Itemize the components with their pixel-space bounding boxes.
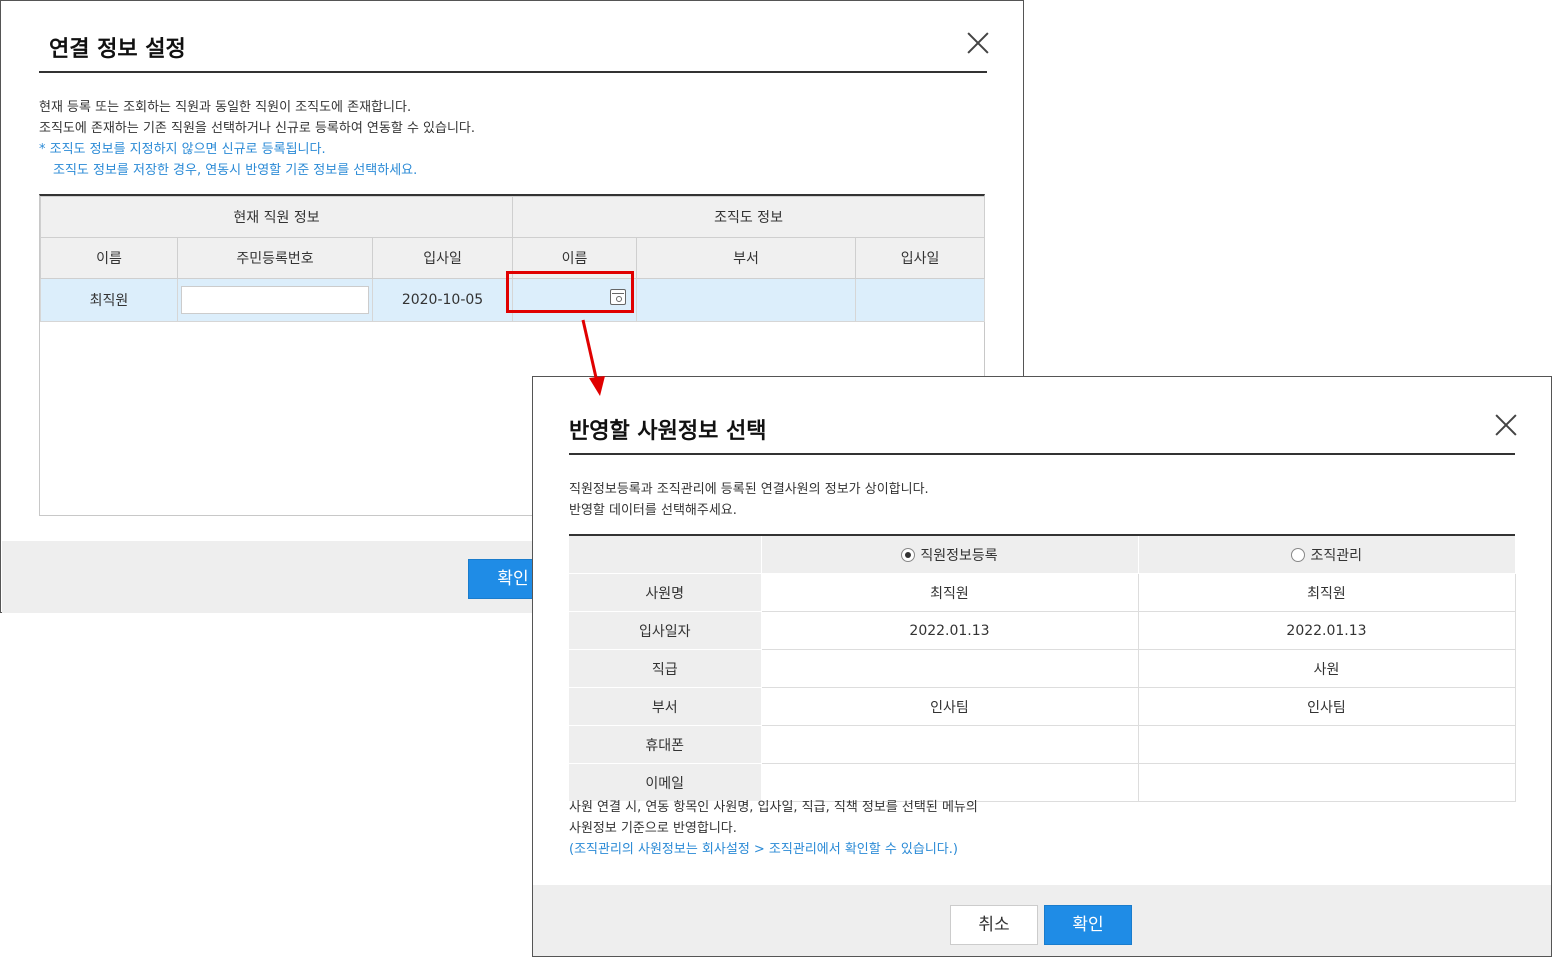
value-b: 최직원 (1138, 573, 1516, 612)
select-employee-info-dialog: 반영할 사원정보 선택 직원정보등록과 조직관리에 등록된 연결사원의 정보가 … (532, 376, 1552, 957)
confirm-button[interactable]: 확인 (1044, 905, 1132, 945)
table-row: 부서 인사팀 인사팀 (569, 687, 1516, 726)
column-header-org-join-date: 입사일 (855, 237, 986, 279)
group-header-org: 조직도 정보 (512, 196, 986, 238)
ssn-input[interactable] (181, 286, 369, 314)
desc-line: 조직도에 존재하는 기존 직원을 선택하거나 신규로 등록하여 연동할 수 있습… (39, 121, 476, 136)
column-header-ssn: 주민등록번호 (177, 237, 373, 279)
value-a: 최직원 (761, 573, 1139, 612)
value-b (1138, 763, 1516, 802)
dialog-description: 직원정보등록과 조직관리에 등록된 연결사원의 정보가 상이합니다. 반영할 데… (569, 479, 929, 521)
value-b: 2022.01.13 (1138, 611, 1516, 650)
close-icon[interactable] (966, 31, 990, 55)
dialog-description: 현재 등록 또는 조회하는 직원과 동일한 직원이 조직도에 존재합니다. 조직… (39, 97, 475, 181)
header-blank (569, 536, 762, 574)
column-header-join-date: 입사일 (371, 237, 514, 279)
table-row: 사원명 최직원 최직원 (569, 573, 1516, 612)
red-arrow-icon (581, 319, 605, 396)
dialog-footer (533, 885, 1551, 956)
value-a: 인사팀 (761, 687, 1139, 726)
table-row: 이메일 (569, 763, 1516, 802)
row-label: 입사일자 (569, 611, 762, 650)
note-line: 사원정보 기준으로 반영합니다. (569, 821, 737, 836)
desc-line: 직원정보등록과 조직관리에 등록된 연결사원의 정보가 상이합니다. (569, 482, 929, 497)
table-row: 휴대폰 (569, 725, 1516, 764)
info-note: * 조직도 정보를 지정하지 않으면 신규로 등록됩니다. (39, 142, 326, 157)
compare-table: 직원정보등록 조직관리 사원명 최직원 최직원 입사일자 2022.01.13 … (569, 534, 1516, 802)
table-row: 직급 사원 (569, 649, 1516, 688)
cell-org-dept (636, 278, 857, 322)
close-icon[interactable] (1494, 413, 1518, 437)
title-divider (569, 453, 1515, 455)
value-b (1138, 725, 1516, 764)
table-row: 입사일자 2022.01.13 2022.01.13 (569, 611, 1516, 650)
value-b: 인사팀 (1138, 687, 1516, 726)
cell-join-date: 2020-10-05 (371, 278, 514, 322)
desc-line: 현재 등록 또는 조회하는 직원과 동일한 직원이 조직도에 존재합니다. (39, 100, 412, 115)
value-a (761, 649, 1139, 688)
radio-unselected-icon[interactable] (1291, 547, 1306, 562)
row-label: 부서 (569, 687, 762, 726)
column-header-name: 이름 (40, 237, 178, 279)
option-label: 조직관리 (1310, 547, 1363, 564)
cell-ssn (177, 278, 373, 322)
value-a (761, 763, 1139, 802)
column-header-org-dept: 부서 (636, 237, 857, 279)
dialog-title: 연결 정보 설정 (49, 37, 186, 62)
note-line: 사원 연결 시, 연동 항목인 사원명, 입사일, 직급, 직책 정보를 선택된… (569, 800, 978, 815)
cell-org-join-date (855, 278, 986, 322)
radio-selected-icon[interactable] (901, 547, 916, 562)
value-a: 2022.01.13 (761, 611, 1139, 650)
row-label: 이메일 (569, 763, 762, 802)
option-employee-registration[interactable]: 직원정보등록 (761, 536, 1139, 574)
desc-line: 반영할 데이터를 선택해주세요. (569, 503, 737, 518)
value-b: 사원 (1138, 649, 1516, 688)
option-org-management[interactable]: 조직관리 (1138, 536, 1515, 574)
info-note: 조직도 정보를 저장한 경우, 연동시 반영할 기준 정보를 선택하세요. (53, 163, 418, 178)
cell-name: 최직원 (40, 278, 178, 322)
row-label: 사원명 (569, 573, 762, 612)
highlight-box (506, 271, 634, 313)
row-label: 직급 (569, 649, 762, 688)
value-a (761, 725, 1139, 764)
group-header-current: 현재 직원 정보 (39, 196, 514, 238)
dialog-title: 반영할 사원정보 선택 (569, 419, 767, 444)
title-divider (39, 71, 987, 73)
info-note: (조직관리의 사원정보는 회사설정 > 조직관리에서 확인할 수 있습니다.) (569, 842, 958, 857)
cancel-button[interactable]: 취소 (950, 905, 1038, 945)
row-label: 휴대폰 (569, 725, 762, 764)
option-label: 직원정보등록 (920, 547, 998, 564)
dialog-notes: 사원 연결 시, 연동 항목인 사원명, 입사일, 직급, 직책 정보를 선택된… (569, 797, 978, 860)
